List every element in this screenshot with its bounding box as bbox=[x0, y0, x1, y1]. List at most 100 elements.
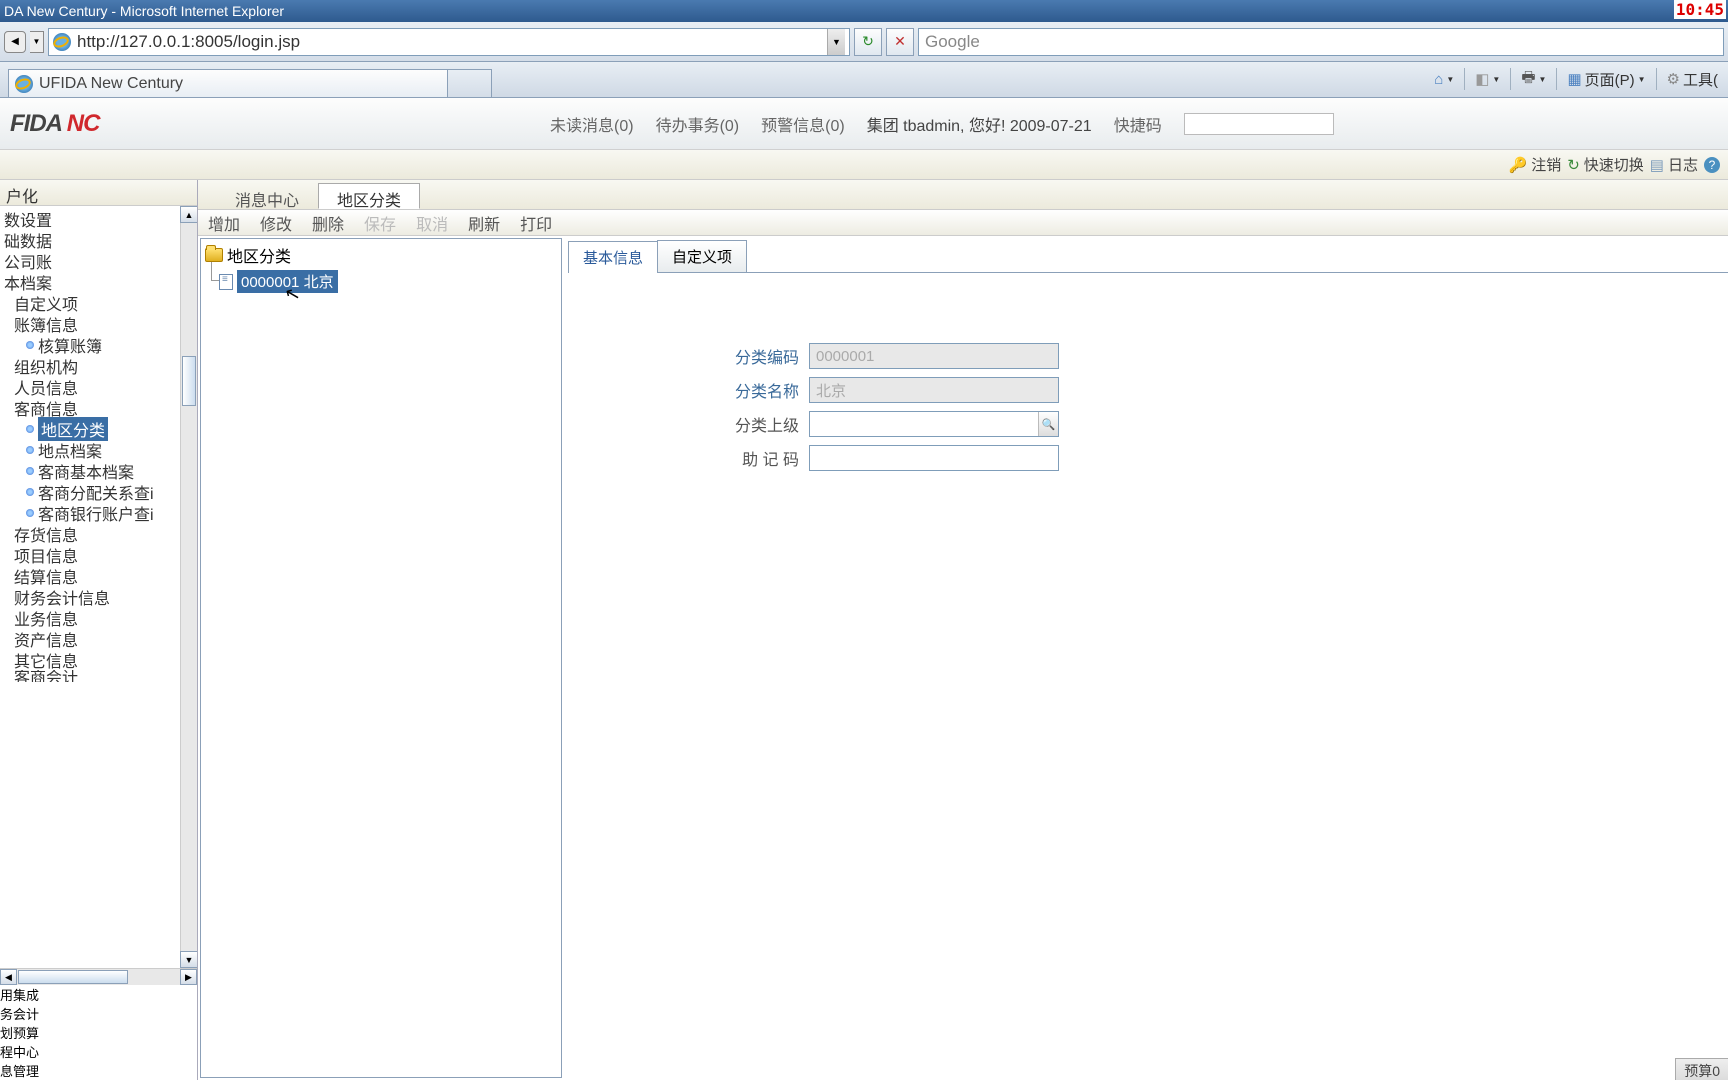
nav-item[interactable]: 人员信息 bbox=[0, 376, 180, 397]
nav-item[interactable]: 业务信息 bbox=[0, 607, 180, 628]
horizontal-scrollbar[interactable]: ◀ ▶ bbox=[0, 968, 197, 985]
label-code: 分类编码 bbox=[724, 344, 799, 368]
content-toolbar: 增加 修改 删除 保存 取消 刷新 打印 bbox=[198, 210, 1728, 236]
nav-item[interactable]: 公司账 bbox=[0, 250, 180, 271]
key-icon: 🔑 bbox=[1509, 156, 1528, 174]
stop-button[interactable]: ✕ bbox=[886, 28, 914, 56]
label-mnemonic: 助 记 码 bbox=[724, 446, 799, 470]
unread-link[interactable]: 未读消息(0) bbox=[550, 112, 634, 136]
app-header: FIDA NC 未读消息(0) 待办事务(0) 预警信息(0) 集团 tbadm… bbox=[0, 98, 1728, 150]
scroll-up-button[interactable]: ▲ bbox=[180, 206, 197, 223]
home-button[interactable]: ⌂▼ bbox=[1428, 66, 1460, 92]
scroll-thumb-h[interactable] bbox=[18, 970, 128, 984]
label-parent: 分类上级 bbox=[724, 412, 799, 436]
nav-item[interactable]: 资产信息 bbox=[0, 628, 180, 649]
back-dropdown[interactable]: ▼ bbox=[30, 31, 44, 53]
log-link[interactable]: ▤日志 bbox=[1650, 154, 1698, 175]
address-dropdown[interactable]: ▼ bbox=[827, 29, 845, 55]
scroll-down-button[interactable]: ▼ bbox=[180, 951, 197, 968]
browser-tools: ⌂▼ ◧▼ 🖶▼ ▦页面(P)▼ ⚙工具( bbox=[1428, 66, 1724, 92]
search-input[interactable]: Google bbox=[918, 28, 1724, 56]
nav-list: 数设置础数据公司账本档案自定义项账簿信息核算账簿组织机构人员信息客商信息地区分类… bbox=[0, 206, 180, 968]
url-text: http://127.0.0.1:8005/login.jsp bbox=[77, 32, 821, 52]
browser-tab[interactable]: UFIDA New Century bbox=[8, 69, 448, 97]
nav-section[interactable]: 息管理 bbox=[0, 1061, 197, 1080]
edit-button[interactable]: 修改 bbox=[260, 211, 292, 235]
scroll-right-button[interactable]: ▶ bbox=[180, 969, 197, 985]
tree-node-selected[interactable]: 0000001 北京 bbox=[219, 270, 557, 293]
back-button[interactable]: ◀ bbox=[4, 31, 26, 53]
input-code[interactable] bbox=[809, 343, 1059, 369]
form-tabs: 基本信息 自定义项 bbox=[568, 240, 1728, 273]
nav-item[interactable]: 结算信息 bbox=[0, 565, 180, 586]
tools-menu[interactable]: ⚙工具( bbox=[1661, 66, 1724, 92]
nav-item[interactable]: 账簿信息 bbox=[0, 313, 180, 334]
nav-item[interactable]: 其它信息 bbox=[0, 649, 180, 670]
nav-item[interactable]: 客商基本档案 bbox=[0, 460, 180, 481]
save-button: 保存 bbox=[364, 211, 396, 235]
vertical-scrollbar[interactable]: ▲ ▼ bbox=[180, 206, 197, 968]
logo: FIDA NC bbox=[10, 110, 99, 138]
add-button[interactable]: 增加 bbox=[208, 211, 240, 235]
nav-item[interactable]: 地点档案 bbox=[0, 439, 180, 460]
content-tabs: 消息中心地区分类 bbox=[198, 180, 1728, 210]
refresh-icon: ↻ bbox=[1567, 156, 1580, 174]
rss-button[interactable]: ◧▼ bbox=[1469, 66, 1506, 92]
nav-section[interactable]: 务会计 bbox=[0, 1004, 197, 1023]
browser-address-bar: ◀ ▼ http://127.0.0.1:8005/login.jsp ▼ ↻ … bbox=[0, 22, 1728, 62]
page-menu[interactable]: ▦页面(P)▼ bbox=[1561, 66, 1651, 92]
form-tab-custom[interactable]: 自定义项 bbox=[657, 240, 747, 272]
nav-item[interactable]: 存货信息 bbox=[0, 523, 180, 544]
lookup-icon[interactable]: 🔍 bbox=[1038, 412, 1058, 436]
nav-item[interactable]: 地区分类 bbox=[0, 418, 180, 439]
logout-link[interactable]: 🔑注销 bbox=[1509, 154, 1562, 175]
content-tab[interactable]: 消息中心 bbox=[216, 183, 318, 209]
delete-button[interactable]: 删除 bbox=[312, 211, 344, 235]
nav-item[interactable]: 客商分配关系查i bbox=[0, 481, 180, 502]
nav-item[interactable]: 数设置 bbox=[0, 208, 180, 229]
input-name[interactable] bbox=[809, 377, 1059, 403]
nav-item[interactable]: 客商会计 bbox=[0, 670, 180, 682]
ie-page-icon bbox=[53, 33, 71, 51]
nav-item[interactable]: 项目信息 bbox=[0, 544, 180, 565]
scroll-thumb[interactable] bbox=[182, 356, 196, 406]
nav-item[interactable]: 客商信息 bbox=[0, 397, 180, 418]
content-tab[interactable]: 地区分类 bbox=[318, 183, 420, 209]
tree-pane: 地区分类 0000001 北京 bbox=[200, 238, 562, 1078]
input-parent[interactable] bbox=[809, 411, 1059, 437]
print-button[interactable]: 打印 bbox=[520, 211, 552, 235]
nav-item[interactable]: 组织机构 bbox=[0, 355, 180, 376]
alert-link[interactable]: 预警信息(0) bbox=[761, 112, 845, 136]
window-title: DA New Century - Microsoft Internet Expl… bbox=[4, 3, 284, 19]
nav-section[interactable]: 程中心 bbox=[0, 1042, 197, 1061]
doc-icon: ▤ bbox=[1650, 156, 1664, 174]
greeting: 集团 tbadmin, 您好! 2009-07-21 bbox=[867, 112, 1092, 136]
nav-item[interactable]: 财务会计信息 bbox=[0, 586, 180, 607]
print-button[interactable]: 🖶▼ bbox=[1515, 66, 1552, 92]
clock: 10:45 bbox=[1674, 0, 1726, 19]
refresh-button[interactable]: 刷新 bbox=[468, 211, 500, 235]
new-tab-button[interactable] bbox=[448, 69, 492, 97]
nav-section[interactable]: 划预算 bbox=[0, 1023, 197, 1042]
quick-input[interactable] bbox=[1184, 113, 1334, 135]
switch-link[interactable]: ↻快速切换 bbox=[1567, 154, 1644, 175]
address-box[interactable]: http://127.0.0.1:8005/login.jsp ▼ bbox=[48, 28, 850, 56]
ie-page-icon bbox=[15, 75, 33, 93]
input-mnemonic[interactable] bbox=[809, 445, 1059, 471]
help-icon[interactable]: ? bbox=[1704, 157, 1720, 173]
todo-link[interactable]: 待办事务(0) bbox=[656, 112, 740, 136]
nav-item[interactable]: 本档案 bbox=[0, 271, 180, 292]
cancel-button: 取消 bbox=[416, 211, 448, 235]
tree-root[interactable]: 地区分类 bbox=[205, 243, 557, 267]
status-bar: 预算0 bbox=[1675, 1058, 1728, 1080]
file-icon bbox=[219, 274, 233, 290]
nav-section[interactable]: 用集成 bbox=[0, 985, 197, 1004]
scroll-left-button[interactable]: ◀ bbox=[0, 969, 17, 985]
form-tab-basic[interactable]: 基本信息 bbox=[568, 241, 658, 273]
nav-item[interactable]: 础数据 bbox=[0, 229, 180, 250]
nav-item[interactable]: 核算账簿 bbox=[0, 334, 180, 355]
nav-item[interactable]: 自定义项 bbox=[0, 292, 180, 313]
nav-header: 户化 bbox=[0, 180, 197, 206]
nav-item[interactable]: 客商银行账户查i bbox=[0, 502, 180, 523]
refresh-button[interactable]: ↻ bbox=[854, 28, 882, 56]
